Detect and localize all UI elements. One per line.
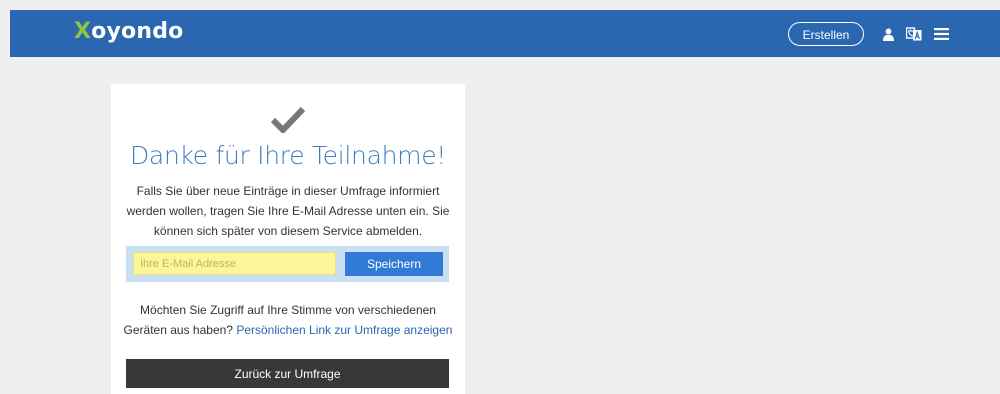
- save-button[interactable]: Speichern: [345, 252, 443, 276]
- checkmark-icon: [270, 105, 306, 135]
- email-input[interactable]: [133, 252, 336, 275]
- personal-link[interactable]: Persönlichen Link zur Umfrage anzeigen: [236, 323, 452, 337]
- xoyondo-logo[interactable]: Xoyondo: [74, 19, 183, 44]
- back-to-poll-button[interactable]: Zurück zur Umfrage: [126, 359, 449, 388]
- create-button[interactable]: Erstellen: [788, 22, 864, 46]
- logo-x: X: [74, 19, 92, 44]
- thank-you-title: Danke für Ihre Teilnahme!: [129, 141, 447, 170]
- email-subscribe-form: Speichern: [126, 246, 449, 282]
- thank-you-card: Danke für Ihre Teilnahme! Falls Sie über…: [111, 84, 465, 394]
- top-navbar: Xoyondo Erstellen: [10, 10, 1000, 57]
- language-icon[interactable]: [904, 24, 924, 44]
- logo-text: oyondo: [91, 19, 184, 44]
- access-info: Möchten Sie Zugriff auf Ihre Stimme von …: [121, 300, 455, 340]
- user-icon[interactable]: [878, 24, 898, 44]
- menu-icon[interactable]: [931, 24, 951, 44]
- notification-description: Falls Sie über neue Einträge in dieser U…: [126, 184, 450, 238]
